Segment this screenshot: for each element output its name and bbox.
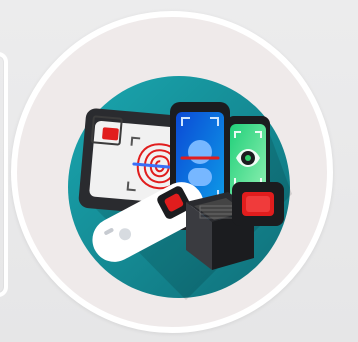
biometric-devices-illustration xyxy=(68,76,292,300)
left-card-outline xyxy=(0,52,8,297)
fingerprint-reader-icon xyxy=(232,182,284,226)
